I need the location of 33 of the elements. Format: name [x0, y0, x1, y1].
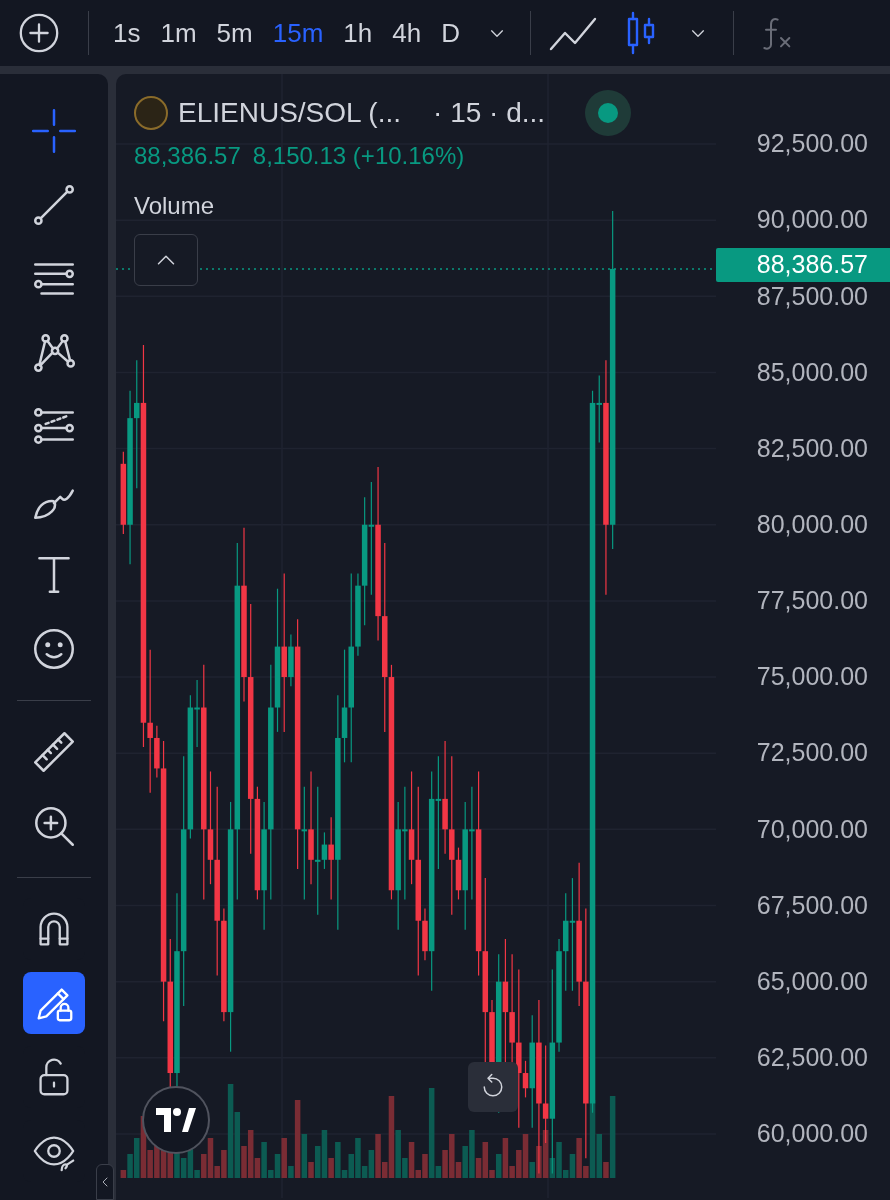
reset-chart-button[interactable]: [468, 1062, 518, 1112]
price-axis-label: 62,500.00: [756, 1042, 868, 1073]
market-status-indicator[interactable]: [585, 90, 632, 136]
last-price-badge: 88,386.57: [716, 248, 890, 282]
interval-tab[interactable]: 1m: [150, 13, 207, 53]
price-axis-label: 70,000.00: [756, 813, 868, 845]
toggle-button[interactable]: [23, 972, 85, 1034]
crosshair-icon[interactable]: [29, 106, 79, 156]
price-axis-label: 85,000.00: [756, 356, 868, 388]
price-axis-label: 80,000.00: [756, 509, 868, 540]
symbol-logo-icon: [134, 96, 168, 130]
price-axis-label: 65,000.00: [756, 965, 868, 997]
interval-tab[interactable]: D: [431, 13, 470, 53]
tradingview-logo-icon[interactable]: [142, 1086, 210, 1154]
symbol-interval: · 15 · d...: [433, 96, 546, 130]
interval-tab[interactable]: 4h: [382, 13, 432, 53]
interval-tab[interactable]: 1s: [103, 13, 151, 53]
price-axis-label: 82,500.00: [756, 432, 868, 464]
volume-indicator-label[interactable]: Volume: [134, 188, 632, 224]
symbol-name[interactable]: ELIENUS/SOL (...: [178, 92, 402, 134]
price-axis-label: 77,500.00: [756, 585, 868, 617]
interval-tab[interactable]: 5m: [206, 13, 263, 53]
price-axis-label: 72,500.00: [756, 737, 868, 769]
interval-tab[interactable]: 1h: [333, 13, 383, 53]
interval-tab[interactable]: 15m: [262, 13, 334, 53]
price-axis-label: 67,500.00: [756, 889, 868, 921]
price-axis-label: 60,000.00: [756, 1118, 868, 1150]
last-price: 88,386.57: [134, 141, 241, 171]
price-change: 8,150.13 (+10.16%): [252, 141, 465, 171]
price-axis-label: 90,000.00: [756, 204, 868, 236]
price-axis-label: 87,500.00: [756, 280, 868, 312]
price-axis-label: 75,000.00: [756, 661, 868, 693]
price-axis-label: 92,500.00: [756, 128, 868, 160]
